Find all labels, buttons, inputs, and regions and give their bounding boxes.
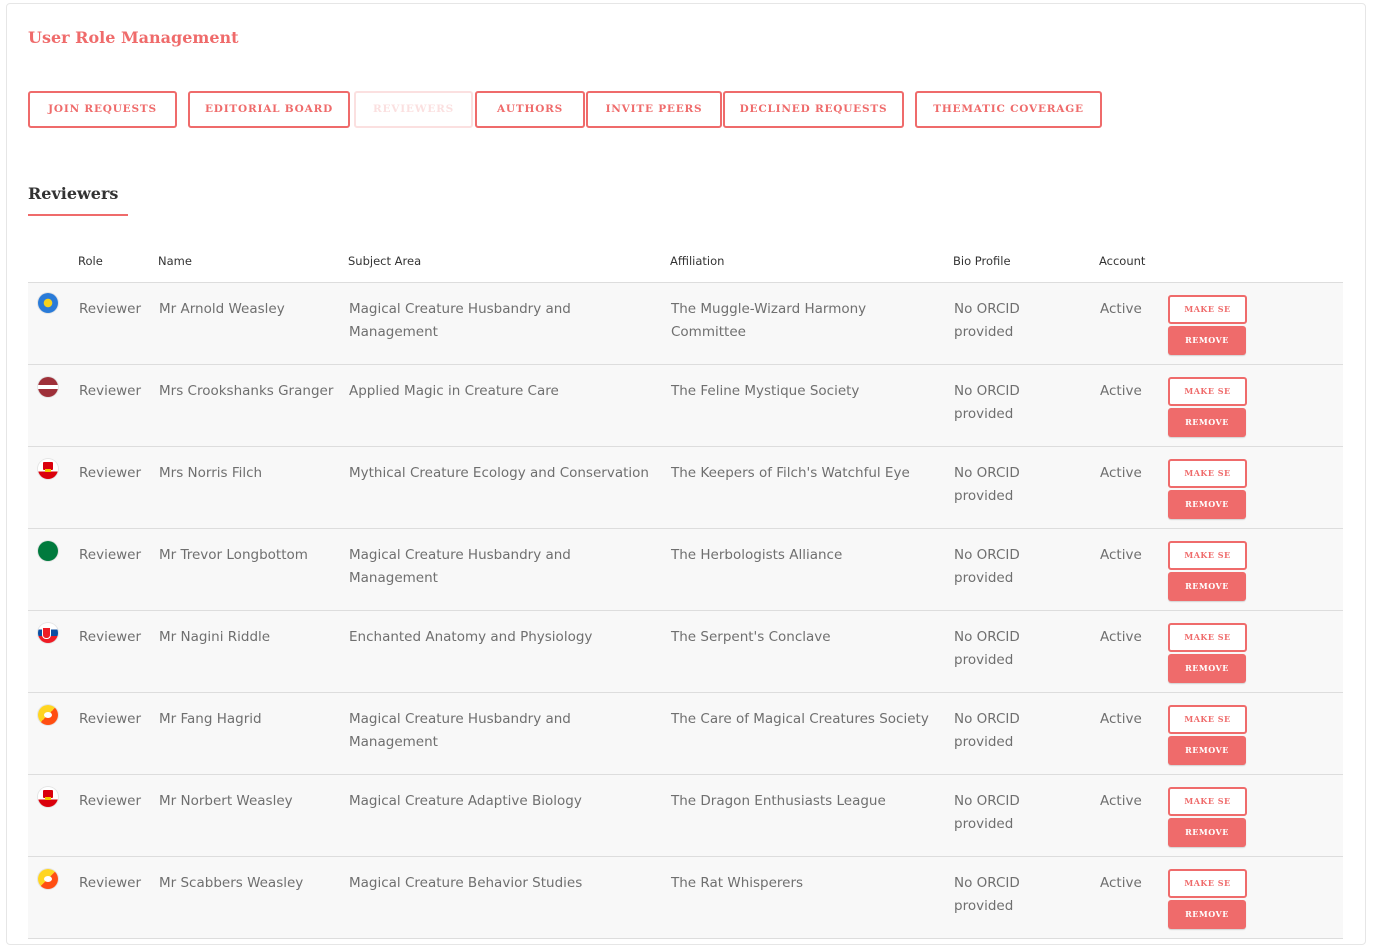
bio-cell: No ORCID provided [954,383,1020,422]
table-row: Reviewer Mr Norbert Weasley Magical Crea… [28,775,1343,857]
flag-icon [38,869,58,889]
name-cell: Mr Fang Hagrid [159,711,262,727]
subject-cell: Magical Creature Husbandry and Managemen… [349,547,571,586]
flag-icon [38,541,58,561]
make-se-button[interactable]: MAKE SE [1168,459,1247,488]
make-se-button[interactable]: MAKE SE [1168,705,1247,734]
name-cell: Mr Norbert Weasley [159,793,293,809]
bio-cell: No ORCID provided [954,711,1020,750]
bio-cell: No ORCID provided [954,629,1020,668]
flag-icon [38,705,58,725]
role-cell: Reviewer [79,711,142,727]
name-cell: Mr Arnold Weasley [159,301,285,317]
affiliation-cell: The Care of Magical Creatures Society [671,711,929,727]
remove-button[interactable]: REMOVE [1168,572,1246,601]
bio-cell: No ORCID provided [954,793,1020,832]
header-account: Account [1099,254,1146,268]
flag-icon [38,623,58,643]
account-status: Active [1100,547,1142,563]
flag-icon [38,459,58,479]
subject-cell: Applied Magic in Creature Care [349,383,559,399]
make-se-button[interactable]: MAKE SE [1168,295,1247,324]
header-bio-profile: Bio Profile [953,254,1011,268]
table-row: Reviewer Mr Scabbers Weasley Magical Cre… [28,857,1343,939]
subject-cell: Mythical Creature Ecology and Conservati… [349,465,649,481]
tab-editorial-board[interactable]: EDITORIAL BOARD [188,91,350,128]
remove-button[interactable]: REMOVE [1168,654,1246,683]
tab-reviewers[interactable]: REVIEWERS [354,91,473,128]
bio-cell: No ORCID provided [954,301,1020,340]
flag-icon [38,293,58,313]
affiliation-cell: The Herbologists Alliance [671,547,843,563]
affiliation-cell: The Feline Mystique Society [671,383,860,399]
table-row: Reviewer Mrs Norris Filch Mythical Creat… [28,447,1343,529]
role-cell: Reviewer [79,547,142,563]
name-cell: Mr Scabbers Weasley [159,875,304,891]
section-underline [28,214,128,216]
account-status: Active [1100,711,1142,727]
role-cell: Reviewer [79,875,142,891]
make-se-button[interactable]: MAKE SE [1168,623,1247,652]
name-cell: Mr Trevor Longbottom [159,547,308,563]
bio-cell: No ORCID provided [954,465,1020,504]
role-cell: Reviewer [79,793,142,809]
role-cell: Reviewer [79,629,142,645]
header-name: Name [158,254,192,268]
account-status: Active [1100,629,1142,645]
name-cell: Mr Nagini Riddle [159,629,271,645]
affiliation-cell: The Dragon Enthusiasts League [671,793,886,809]
remove-button[interactable]: REMOVE [1168,326,1246,355]
table-row: Reviewer Mr Arnold Weasley Magical Creat… [28,283,1343,365]
affiliation-cell: The Keepers of Filch's Watchful Eye [671,465,910,481]
name-cell: Mrs Crookshanks Granger [159,383,334,399]
remove-button[interactable]: REMOVE [1168,900,1246,929]
role-cell: Reviewer [79,301,142,317]
tab-invite-peers[interactable]: INVITE PEERS [586,91,722,128]
make-se-button[interactable]: MAKE SE [1168,541,1247,570]
account-status: Active [1100,301,1142,317]
header-subject-area: Subject Area [348,254,422,268]
tab-authors[interactable]: AUTHORS [475,91,585,128]
remove-button[interactable]: REMOVE [1168,736,1246,765]
account-status: Active [1100,875,1142,891]
subject-cell: Enchanted Anatomy and Physiology [349,629,593,645]
subject-cell: Magical Creature Husbandry and Managemen… [349,711,571,750]
role-cell: Reviewer [79,383,142,399]
account-status: Active [1100,793,1142,809]
subject-cell: Magical Creature Adaptive Biology [349,793,582,809]
flag-icon [38,787,58,807]
make-se-button[interactable]: MAKE SE [1168,869,1247,898]
table-row: Reviewer Mr Trevor Longbottom Magical Cr… [28,529,1343,611]
affiliation-cell: The Serpent's Conclave [671,629,831,645]
make-se-button[interactable]: MAKE SE [1168,787,1247,816]
subject-cell: Magical Creature Husbandry and Managemen… [349,301,571,340]
remove-button[interactable]: REMOVE [1168,818,1246,847]
section-title: Reviewers [28,184,119,203]
name-cell: Mrs Norris Filch [159,465,263,481]
page-title: User Role Management [28,28,239,47]
table-row: Reviewer Mr Fang Hagrid Magical Creature… [28,693,1343,775]
affiliation-cell: The Rat Whisperers [671,875,804,891]
role-cell: Reviewer [79,465,142,481]
table-row: Reviewer Mrs Crookshanks Granger Applied… [28,365,1343,447]
bio-cell: No ORCID provided [954,547,1020,586]
make-se-button[interactable]: MAKE SE [1168,377,1247,406]
header-affiliation: Affiliation [670,254,725,268]
affiliation-cell: The Muggle-Wizard Harmony Committee [671,301,867,340]
remove-button[interactable]: REMOVE [1168,408,1246,437]
flag-icon [38,377,58,397]
account-status: Active [1100,383,1142,399]
table-row: Reviewer Mr Nagini Riddle Enchanted Anat… [28,611,1343,693]
subject-cell: Magical Creature Behavior Studies [349,875,583,891]
bio-cell: No ORCID provided [954,875,1020,914]
tab-declined-requests[interactable]: DECLINED REQUESTS [723,91,904,128]
header-role: Role [78,254,103,268]
remove-button[interactable]: REMOVE [1168,490,1246,519]
tab-thematic-coverage[interactable]: THEMATIC COVERAGE [915,91,1102,128]
account-status: Active [1100,465,1142,481]
tab-join-requests[interactable]: JOIN REQUESTS [28,91,177,128]
